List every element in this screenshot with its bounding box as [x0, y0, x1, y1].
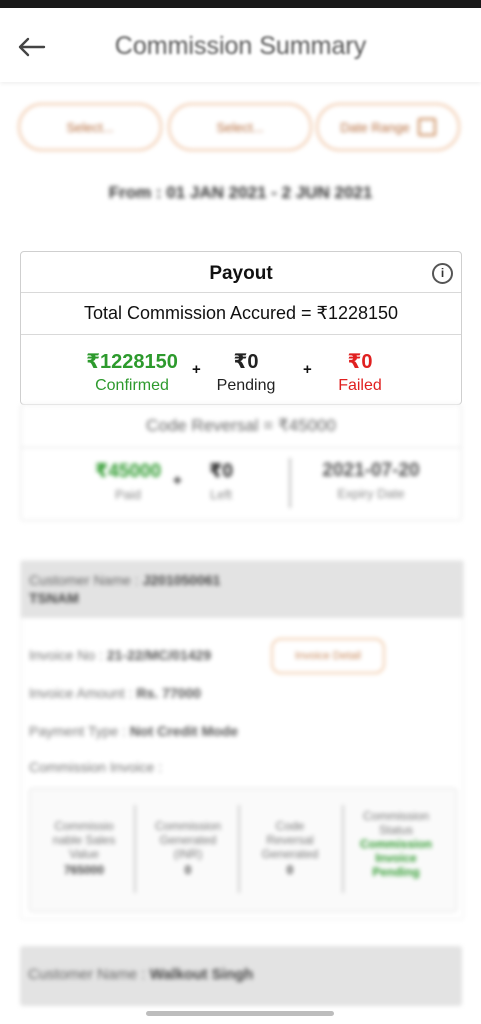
grid-label: Code — [275, 819, 305, 833]
payout-breakdown: ₹1228150 Confirmed + ₹0 Pending + ₹0 Fai… — [21, 335, 461, 404]
payment-type-value: Not Credit Mode — [129, 723, 239, 739]
payment-type-row: Payment Type : Not Credit Mode — [29, 723, 238, 739]
commission-grid: Commissio nable Sales Value 765000 Commi… — [29, 788, 457, 912]
failed-value: ₹0 — [347, 351, 373, 373]
page-title: Commission Summary — [114, 32, 367, 60]
payout-title: Payout — [209, 263, 273, 284]
grid-label: Generated — [261, 847, 319, 861]
status-value: Invoice — [375, 851, 417, 865]
payout-header: Payout i — [21, 252, 461, 293]
grid-label: Commissio — [54, 819, 114, 833]
status-bar — [0, 0, 481, 8]
filter-select-1[interactable]: Select... — [18, 103, 162, 151]
paid-amount: ₹45000 Paid — [83, 460, 173, 502]
grid-value: 0 — [184, 863, 192, 877]
payout-card: Payout i Total Commission Accured = ₹122… — [20, 251, 462, 405]
grid-label: Reversal — [266, 833, 314, 847]
grid-value: 765000 — [63, 863, 105, 877]
customer-name-header: Customer Name : J201050061 TSNAM — [21, 561, 463, 618]
code-reversal-header: Code Reversal = ₹45000 — [21, 405, 461, 448]
pending-label: Pending — [216, 377, 276, 394]
grid-label: Commission — [154, 819, 221, 833]
customer-name-label: Customer Name : — [28, 966, 146, 983]
filter-bar: Select... Select... Date Range — [18, 103, 460, 151]
grid-label: Value — [69, 847, 99, 861]
date-range-label: Date Range — [340, 119, 410, 135]
info-icon[interactable]: i — [432, 263, 453, 284]
failed-label: Failed — [338, 377, 382, 394]
date-range-text: From : 01 JAN 2021 - 2 JUN 2021 — [108, 183, 373, 202]
home-indicator[interactable] — [146, 1011, 334, 1016]
confirmed-amount: ₹1228150 Confirmed — [77, 349, 187, 395]
invoice-card: Customer Name : J201050061 TSNAM Invoice… — [20, 560, 464, 920]
invoice-amount-value: Rs. 77000 — [136, 685, 202, 701]
grid-label: Generated — [159, 833, 217, 847]
app-bar: Commission Summary — [0, 8, 481, 82]
grid-label: nable Sales — [52, 833, 116, 847]
grid-label: Status — [378, 823, 414, 837]
expiry-value: 2021-07-20 — [322, 460, 420, 481]
customer-name-label: Customer Name : — [29, 572, 139, 588]
expiry-date: 2021-07-20 Expiry Date — [296, 460, 446, 501]
commission-status-cell: Commission Status Commission Invoice Pen… — [348, 809, 444, 879]
filter-select-2[interactable]: Select... — [168, 103, 312, 151]
commission-invoice-label: Commission Invoice : — [29, 759, 163, 775]
customer-name-value: J201050061 — [142, 572, 221, 588]
left-value: ₹0 — [209, 461, 233, 482]
customer-name-value-line2: TSNAM — [29, 590, 79, 606]
grid-label: (INR) — [173, 847, 203, 861]
pending-value: ₹0 — [233, 351, 259, 373]
status-value: Pending — [372, 865, 420, 879]
invoice-amount-label: Invoice Amount : — [29, 685, 133, 701]
customer-card[interactable]: Customer Name : Walkout Singh — [20, 946, 462, 1006]
filter-select-1-label: Select... — [66, 119, 114, 135]
left-label: Left — [210, 487, 232, 502]
filter-select-2-label: Select... — [216, 119, 264, 135]
invoice-no-label: Invoice No : — [29, 647, 103, 663]
divider — [238, 805, 240, 893]
payment-type-label: Payment Type : — [29, 723, 127, 739]
grid-value: 0 — [286, 863, 294, 877]
confirmed-value: ₹1228150 — [86, 351, 178, 373]
failed-amount: ₹0 Failed — [305, 349, 415, 395]
paid-value: ₹45000 — [94, 461, 162, 482]
commissionable-sales-cell: Commissio nable Sales Value 765000 — [36, 819, 132, 877]
invoice-detail-button[interactable]: Invoice Detail — [271, 638, 385, 674]
pending-amount: ₹0 Pending — [191, 349, 301, 395]
calendar-icon — [417, 118, 436, 136]
code-reversal-breakdown: ₹45000 Paid + ₹0 Left 2021-07-20 Expiry … — [21, 448, 461, 520]
total-commission: Total Commission Accured = ₹1228150 — [21, 293, 461, 335]
invoice-no-value: 21-22/MC/01429 — [106, 647, 212, 663]
invoice-no-row: Invoice No : 21-22/MC/01429 — [29, 647, 211, 663]
date-range-button[interactable]: Date Range — [316, 103, 460, 151]
code-reversal-card: Code Reversal = ₹45000 ₹45000 Paid + ₹0 … — [20, 404, 462, 521]
invoice-amount-row: Invoice Amount : Rs. 77000 — [29, 685, 201, 701]
confirmed-label: Confirmed — [95, 377, 169, 394]
divider — [289, 458, 291, 508]
commission-generated-cell: Commission Generated (INR) 0 — [140, 819, 236, 877]
code-reversal-generated-cell: Code Reversal Generated 0 — [242, 819, 338, 877]
divider — [134, 805, 136, 893]
status-value: Commission — [359, 837, 432, 851]
paid-label: Paid — [114, 487, 142, 502]
customer-name-value: Walkout Singh — [149, 966, 254, 983]
plus-sign: + — [173, 472, 182, 489]
left-amount: ₹0 Left — [191, 460, 251, 502]
expiry-label: Expiry Date — [337, 486, 405, 501]
divider — [342, 805, 344, 893]
grid-label: Commission — [362, 809, 429, 823]
